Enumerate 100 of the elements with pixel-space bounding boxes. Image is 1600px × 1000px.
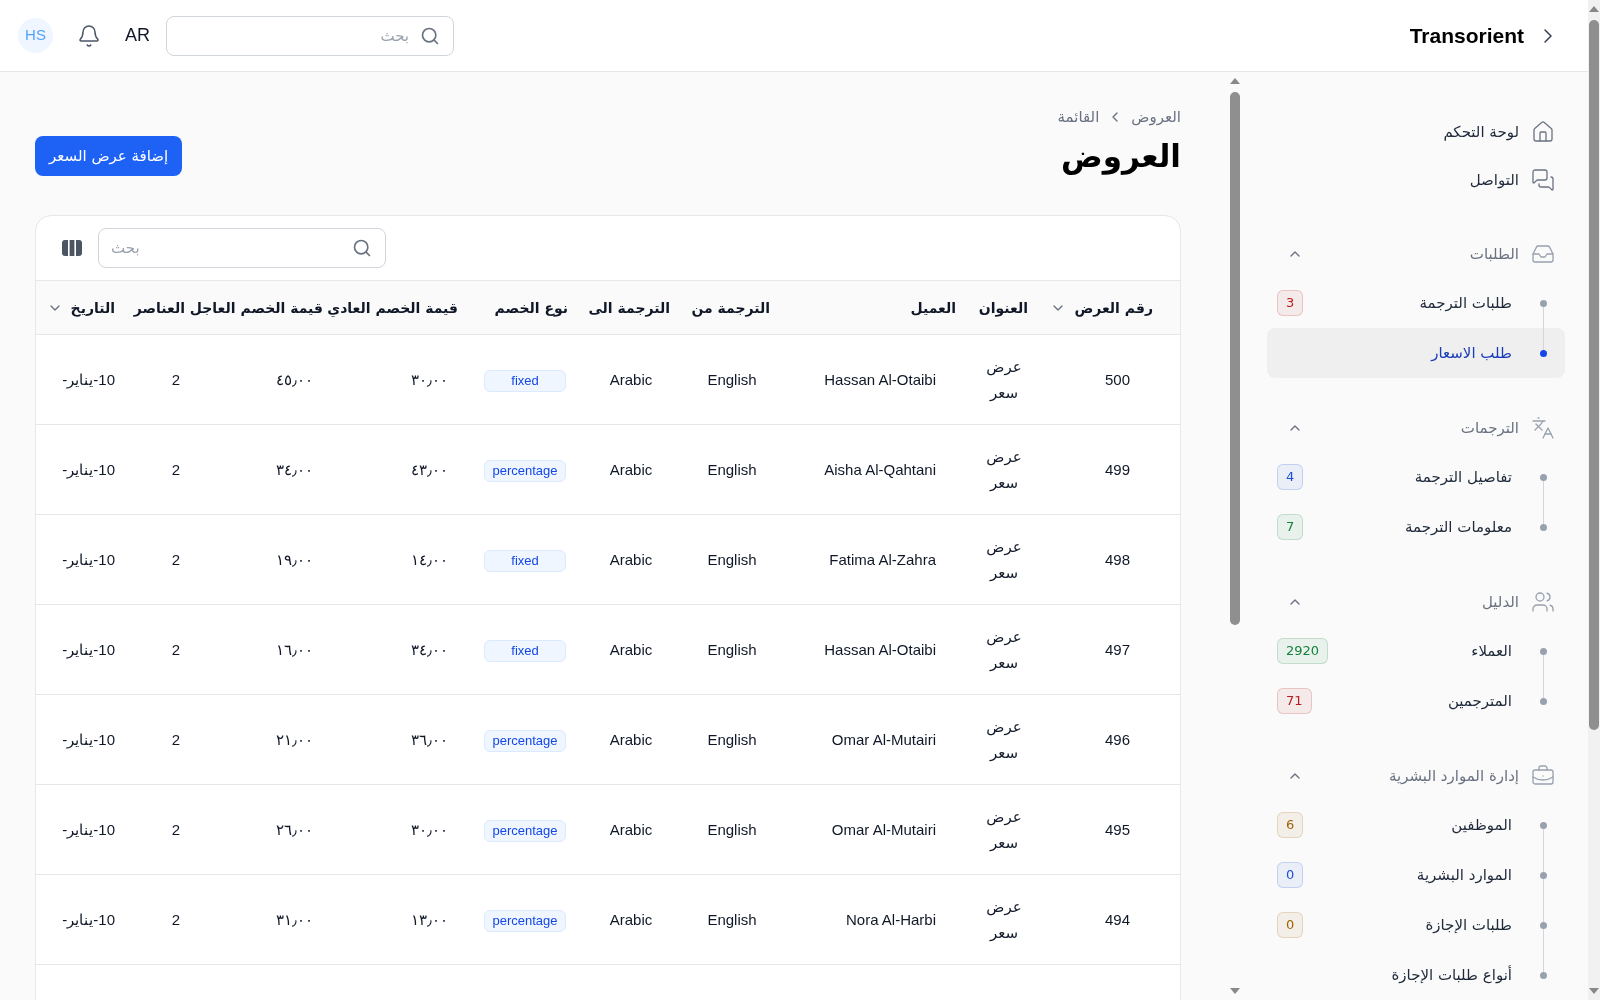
table-cell: English [707, 730, 757, 748]
table-cell: ٤٥٫٠٠ [276, 370, 313, 388]
discount-type-tag: fixed [484, 549, 566, 572]
table-cell: Arabic [609, 640, 653, 658]
table-cell: ٤٣٫٠٠ [411, 460, 448, 478]
table-cell: Hassan Al-Otaibi [824, 640, 936, 658]
table-cell-text: عرض سعر [985, 446, 1023, 494]
table-cell-text: عرض سعر [985, 536, 1023, 584]
table-cell: English [707, 550, 757, 568]
table-cell: ٣٤٫٠٠ [276, 460, 313, 478]
table-cell: ١٦٫٠٠ [276, 640, 313, 658]
search-field[interactable]: بحث [98, 228, 386, 268]
table-cell: 2 [171, 640, 180, 658]
table-cell: English [707, 370, 757, 388]
table-cell: ٣١٫٠٠ [276, 910, 313, 928]
table-cell: 2 [171, 730, 180, 748]
discount-type-tag: percentage [484, 819, 566, 842]
column-header[interactable]: قيمة الخصم العاجل [189, 297, 323, 319]
table-cell: 10-يناير- [62, 550, 115, 568]
table-cell: Fatima Al-Zahra [829, 550, 936, 568]
column-header[interactable]: التاريخ [46, 297, 115, 319]
table-cell: English [707, 640, 757, 658]
nav-group-header[interactable]: الترجمات [1267, 404, 1565, 452]
table-cell-text: عرض سعر [985, 896, 1023, 944]
column-header[interactable]: نوع الخصم [494, 297, 568, 319]
column-header[interactable]: رقم العرض [1050, 297, 1153, 319]
nav-subitem[interactable]: أنواع طلبات الإجازة [1267, 950, 1565, 1000]
table-cell: 500 [1104, 370, 1130, 388]
table-cell: ٣٤٫٠٠ [411, 640, 448, 658]
count-badge: 2920 [1277, 638, 1329, 664]
table-cell: ١٩٫٠٠ [276, 550, 313, 568]
table-cell: 498 [1104, 550, 1130, 568]
table-cell: Arabic [609, 370, 653, 388]
discount-type-tag: fixed [484, 639, 566, 662]
table-cell: 10-يناير- [62, 730, 115, 748]
table-cell: ٣٠٫٠٠ [411, 820, 448, 838]
table-cell: English [707, 460, 757, 478]
table-cell: 10-يناير- [62, 370, 115, 388]
table-cell: 2 [171, 550, 180, 568]
nav-group-header[interactable]: الدليل [1267, 578, 1565, 626]
discount-type-tag: percentage [484, 729, 566, 752]
table-cell: 10-يناير- [62, 640, 115, 658]
table-cell: Hassan Al-Otaibi [824, 370, 936, 388]
table-cell: 10-يناير- [62, 820, 115, 838]
breadcrumb-item: القائمة [1057, 107, 1100, 128]
table-cell: ٢١٫٠٠ [276, 730, 313, 748]
language-label[interactable]: AR [125, 22, 150, 49]
table-cell-text: عرض سعر [985, 626, 1023, 674]
table-cell: ٢٦٫٠٠ [276, 820, 313, 838]
table-cell: 2 [171, 820, 180, 838]
table-cell: 2 [171, 370, 180, 388]
table-cell: Omar Al-Mutairi [831, 820, 936, 838]
table-cell: ٣٦٫٠٠ [411, 730, 448, 748]
column-header[interactable]: قيمة الخصم العادي [327, 297, 458, 319]
nav-group-header[interactable]: إدارة الموارد البشرية [1267, 752, 1565, 800]
count-badge: 6 [1277, 812, 1304, 838]
add-quote-button[interactable]: إضافة عرض السعر [35, 136, 183, 176]
table-cell: Arabic [609, 910, 653, 928]
table-cell: 496 [1104, 730, 1130, 748]
column-header[interactable]: العنوان [978, 297, 1028, 319]
table-cell: 10-يناير- [62, 460, 115, 478]
count-badge: 71 [1277, 688, 1312, 714]
column-header[interactable]: العناصر [133, 297, 185, 319]
nav-item[interactable]: التواصل [1267, 156, 1565, 204]
table-cell: ٣٠٫٠٠ [411, 370, 448, 388]
count-badge: 0 [1277, 912, 1304, 938]
page-title: العروض [1059, 136, 1181, 177]
column-header[interactable]: العميل [910, 297, 956, 319]
count-badge: 7 [1277, 514, 1304, 540]
count-badge: 4 [1277, 464, 1304, 490]
table-cell-text: عرض سعر [985, 716, 1023, 764]
table-cell: Nora Al-Harbi [845, 910, 936, 928]
table-cell: English [707, 820, 757, 838]
table-cell: ١٣٫٠٠ [411, 910, 448, 928]
table-cell: 499 [1104, 460, 1130, 478]
table-cell-text: عرض سعر [985, 806, 1023, 854]
breadcrumb-link[interactable]: العروض [1131, 106, 1181, 129]
nav-group-header[interactable]: الطلبات [1267, 230, 1565, 278]
table-cell: Arabic [609, 550, 653, 568]
table-cell: 494 [1104, 910, 1130, 928]
table-cell: Omar Al-Mutairi [831, 730, 936, 748]
table-cell: 10-يناير- [62, 910, 115, 928]
table-cell: 497 [1104, 640, 1130, 658]
column-header[interactable]: الترجمة الى [588, 297, 670, 319]
table-cell-text: عرض سعر [985, 356, 1023, 404]
count-badge: 0 [1277, 862, 1304, 888]
table-cell: Arabic [609, 730, 653, 748]
table-cell: English [707, 910, 757, 928]
discount-type-tag: percentage [484, 459, 566, 482]
nav-item[interactable]: لوحة التحكم [1267, 108, 1565, 156]
table-cell: Arabic [609, 820, 653, 838]
table-cell: Arabic [609, 460, 653, 478]
discount-type-tag: fixed [484, 369, 566, 392]
table-cell: 2 [171, 910, 180, 928]
column-header[interactable]: الترجمة من [691, 297, 770, 319]
nav-subitem[interactable]: طلب الاسعار [1267, 328, 1565, 378]
table-cell: Aisha Al-Qahtani [824, 460, 936, 478]
brand-name: Transorient [1409, 22, 1524, 49]
search-field[interactable]: بحث [166, 15, 454, 56]
table-cell: 2 [171, 460, 180, 478]
